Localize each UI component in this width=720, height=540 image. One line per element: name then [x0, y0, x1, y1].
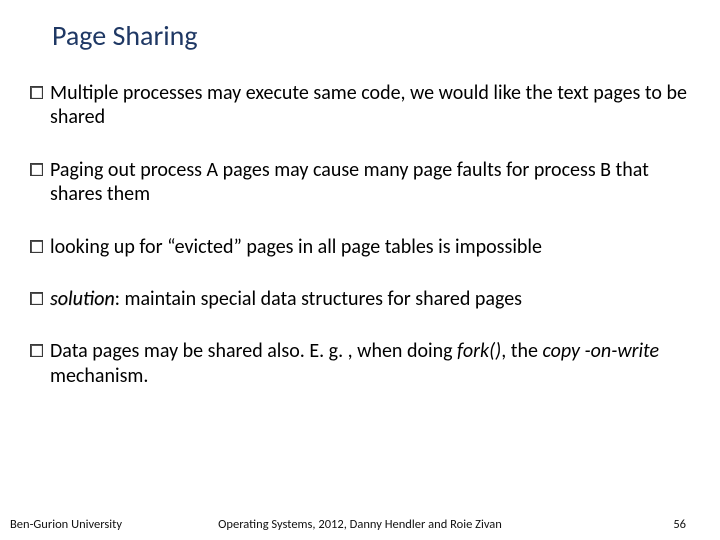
footer-center: Operating Systems, 2012, Danny Hendler a…	[0, 517, 720, 532]
bullet-list: Multiple processes may execute same code…	[24, 81, 696, 388]
page-title: Page Sharing	[52, 18, 696, 53]
bullet-text: Multiple processes may execute same code…	[50, 81, 696, 130]
list-item: Multiple processes may execute same code…	[30, 81, 696, 130]
bullet-text: Paging out process A pages may cause man…	[50, 158, 696, 207]
cow-word: copy -on-write	[542, 339, 659, 363]
bullet-icon	[30, 240, 43, 253]
bullet-text: looking up for “evicted” pages in all pa…	[50, 235, 696, 259]
solution-word: solution	[50, 287, 115, 311]
slide: Page Sharing Multiple processes may exec…	[0, 0, 720, 540]
bullet-pre: Data pages may be shared also. E. g. , w…	[50, 339, 457, 363]
bullet-text: solution: maintain special data structur…	[50, 287, 696, 311]
bullet-post: mechanism.	[50, 364, 148, 388]
bullet-icon	[30, 344, 43, 357]
list-item: Paging out process A pages may cause man…	[30, 158, 696, 207]
list-item: Data pages may be shared also. E. g. , w…	[30, 339, 696, 388]
bullet-mid: , the	[501, 339, 542, 363]
bullet-icon	[30, 163, 43, 176]
bullet-icon	[30, 292, 43, 305]
bullet-text: Data pages may be shared also. E. g. , w…	[50, 339, 696, 388]
fork-word: fork()	[457, 339, 501, 363]
footer-pagenum: 56	[673, 517, 686, 532]
list-item: looking up for “evicted” pages in all pa…	[30, 235, 696, 259]
bullet-icon	[30, 86, 43, 99]
bullet-rest: : maintain special data structures for s…	[115, 287, 522, 311]
list-item: solution: maintain special data structur…	[30, 287, 696, 311]
